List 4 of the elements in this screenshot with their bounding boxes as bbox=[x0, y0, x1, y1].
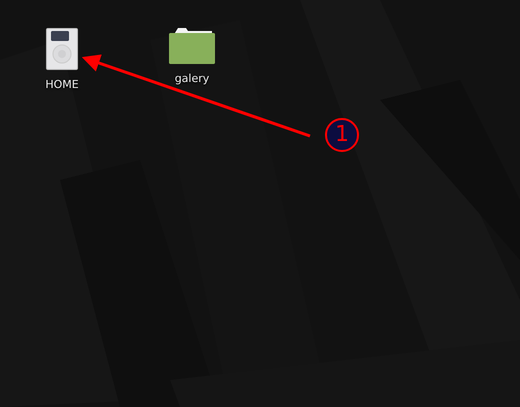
icon-label: galery bbox=[174, 72, 210, 86]
folder-icon[interactable] bbox=[169, 28, 215, 64]
hard-drive-icon[interactable] bbox=[46, 28, 78, 70]
icon-label: HOME bbox=[45, 78, 79, 92]
